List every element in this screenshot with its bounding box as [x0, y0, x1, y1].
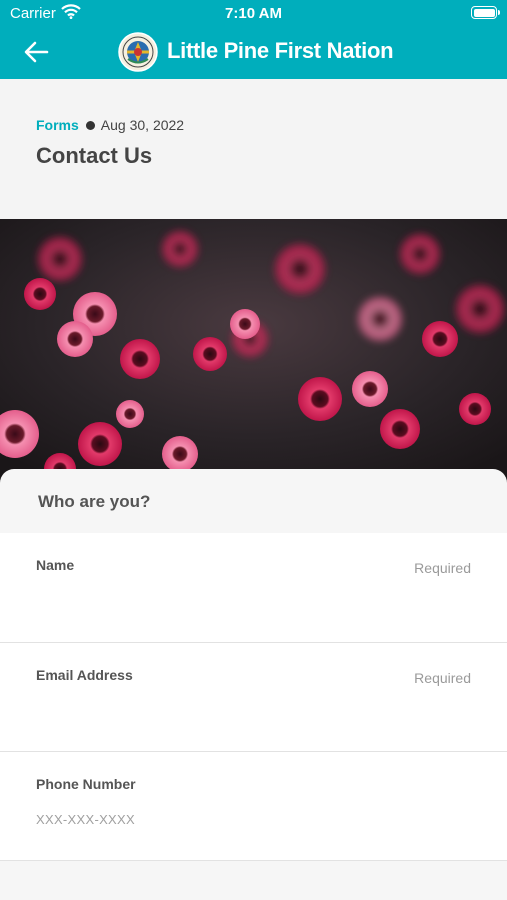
- category-link[interactable]: Forms: [36, 117, 79, 133]
- phone-placeholder: XXX-XXX-XXXX: [36, 812, 135, 827]
- nation-seal-logo: [118, 32, 158, 72]
- name-field[interactable]: Name Required: [0, 533, 507, 643]
- phone-field[interactable]: Phone Number XXX-XXX-XXXX: [0, 752, 507, 861]
- email-field[interactable]: Email Address Required: [0, 643, 507, 752]
- name-required-hint: Required: [414, 560, 471, 576]
- battery-icon: [471, 6, 500, 19]
- back-arrow-icon[interactable]: [20, 38, 52, 66]
- email-required-hint: Required: [414, 670, 471, 686]
- clock: 7:10 AM: [225, 5, 282, 22]
- section-title: Who are you?: [38, 492, 151, 511]
- email-label: Email Address: [36, 667, 133, 683]
- name-label: Name: [36, 557, 75, 573]
- article-date: Aug 30, 2022: [100, 117, 185, 133]
- status-bar: Carrier 7:10 AM: [0, 0, 507, 28]
- page-title: Contact Us: [36, 143, 153, 168]
- separator-dot: [85, 120, 95, 130]
- phone-label: Phone Number: [36, 776, 136, 792]
- top-bar: Carrier 7:10 AM Little Pine First Nation: [0, 0, 507, 79]
- contact-form-card: Who are you? Name Required Email Address…: [0, 469, 507, 900]
- app-title: Little Pine First Nation: [167, 38, 394, 63]
- hero-image: [0, 219, 507, 484]
- article-meta: Forms Aug 30, 2022: [36, 117, 184, 133]
